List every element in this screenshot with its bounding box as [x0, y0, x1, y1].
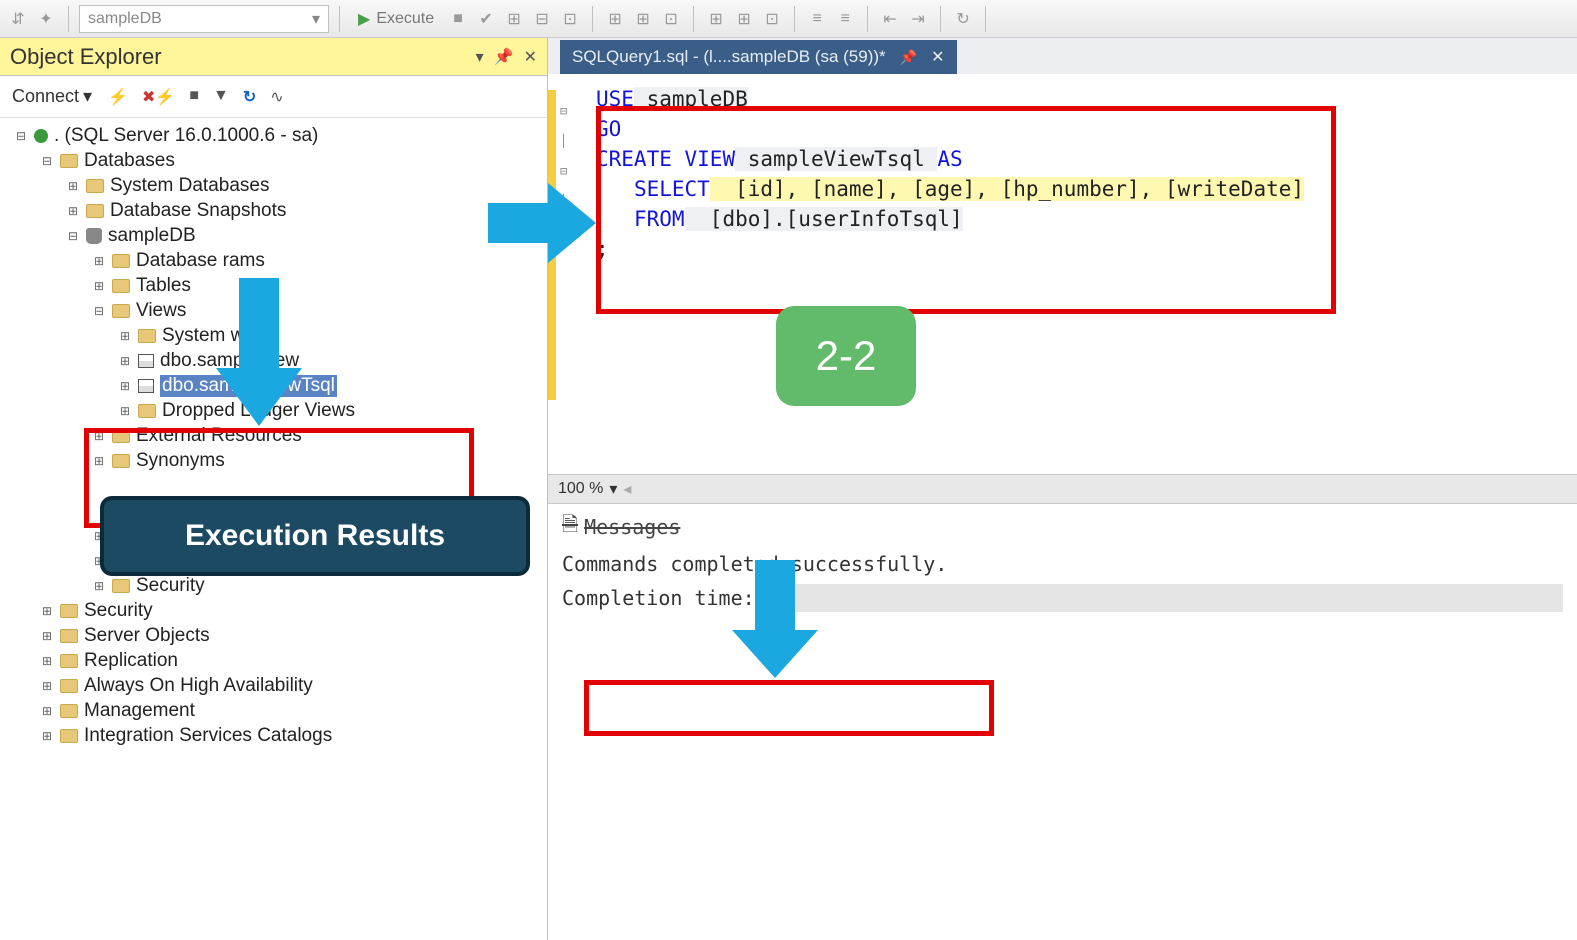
tree-server[interactable]: ⊟. (SQL Server 16.0.1000.6 - sa)	[14, 125, 547, 147]
stop-button[interactable]: ■	[446, 7, 470, 31]
object-explorer-title: Object Explorer	[10, 44, 162, 70]
chevron-down-icon: ▾	[312, 9, 320, 29]
annotation-step-badge: 2-2	[776, 306, 916, 406]
view-icon	[138, 354, 154, 368]
sql-code[interactable]: USE sampleDB GO CREATE VIEW sampleViewTs…	[596, 84, 1563, 264]
editor-tab-label: SQLQuery1.sql - (l....sampleDB (sa (59))…	[572, 47, 886, 67]
close-icon[interactable]: ✕	[931, 47, 944, 67]
tb-misc-1[interactable]: ⊞	[502, 7, 526, 31]
pin-icon[interactable]: 📌	[494, 47, 514, 67]
play-icon: ▶	[358, 9, 370, 29]
tb-misc-5[interactable]: ⊞	[631, 7, 655, 31]
tree-synonyms[interactable]: ⊞Synonyms	[92, 450, 547, 472]
tree-database-diagrams[interactable]: ⊞Database rams	[92, 250, 547, 272]
annotation-execution-results: Execution Results	[100, 496, 530, 576]
tree-always-on[interactable]: ⊞Always On High Availability	[40, 675, 547, 697]
tb-indent-1[interactable]: ≡	[805, 7, 829, 31]
filter-icon[interactable]: ▼	[213, 87, 229, 107]
object-explorer-toolbar: Connect ▾ ⚡ ✖⚡ ■ ▼ ↻ ∿	[0, 76, 547, 118]
fold-gutter[interactable]: ⊟│⊟│	[560, 96, 574, 276]
zoom-value: 100 %	[558, 480, 603, 498]
tree-database-snapshots[interactable]: ⊞Database Snapshots	[66, 200, 547, 222]
tb-misc-6[interactable]: ⊡	[659, 7, 683, 31]
tool-btn-1[interactable]: ⇵	[6, 7, 30, 31]
messages-output: Commands completed successfully.	[562, 552, 1563, 576]
database-select-value: sampleDB	[88, 10, 162, 28]
editor-tab[interactable]: SQLQuery1.sql - (l....sampleDB (sa (59))…	[560, 40, 957, 74]
messages-panel: 🗎 Messages Commands completed successful…	[548, 504, 1577, 618]
tree-dropped-ledger-views[interactable]: ⊞Dropped Ledger Views	[118, 400, 547, 422]
tb-misc-3[interactable]: ⊡	[558, 7, 582, 31]
sql-editor[interactable]: ⊟│⊟│ USE sampleDB GO CREATE VIEW sampleV…	[548, 74, 1577, 274]
tb-misc-4[interactable]: ⊞	[603, 7, 627, 31]
connect-label: Connect	[12, 86, 79, 107]
execute-label: Execute	[376, 10, 434, 28]
tree-integration[interactable]: ⊞Integration Services Catalogs	[40, 725, 547, 747]
tool-btn-2[interactable]: ✦	[34, 7, 58, 31]
tb-misc-7[interactable]: ⊞	[704, 7, 728, 31]
activity-icon[interactable]: ∿	[270, 87, 283, 107]
object-explorer-header: Object Explorer ▾ 📌 ✕	[0, 38, 547, 76]
messages-tab[interactable]: 🗎 Messages	[562, 510, 1563, 544]
editor-pane: SQLQuery1.sql - (l....sampleDB (sa (59))…	[548, 38, 1577, 940]
dropdown-icon[interactable]: ▾	[476, 47, 484, 67]
tree-views[interactable]: ⊟Views	[92, 300, 547, 322]
tree-view-sampleview[interactable]: ⊞dbo.sampleView	[118, 350, 547, 372]
object-explorer-pane: Object Explorer ▾ 📌 ✕ Connect ▾ ⚡ ✖⚡ ■ ▼…	[0, 38, 548, 940]
stop-square-icon[interactable]: ■	[189, 87, 199, 107]
database-icon	[86, 228, 102, 244]
tb-misc-10[interactable]: ↻	[951, 7, 975, 31]
zoom-bar: 100 % ▾ ◂	[548, 474, 1577, 504]
connect-dropdown[interactable]: Connect ▾	[12, 86, 92, 107]
folder-icon	[60, 154, 78, 168]
database-select[interactable]: sampleDB ▾	[79, 5, 329, 33]
tb-indent-2[interactable]: ≡	[833, 7, 857, 31]
zoom-dropdown[interactable]: ▾	[609, 479, 617, 499]
parse-button[interactable]: ✔	[474, 7, 498, 31]
tb-comment-2[interactable]: ⇥	[906, 7, 930, 31]
tb-misc-9[interactable]: ⊡	[760, 7, 784, 31]
tb-misc-2[interactable]: ⊟	[530, 7, 554, 31]
tree-tables[interactable]: ⊞Tables	[92, 275, 547, 297]
tree-replication[interactable]: ⊞Replication	[40, 650, 547, 672]
completion-time-label: Completion time:	[562, 586, 755, 610]
connect-icon[interactable]: ⚡	[108, 87, 128, 107]
tb-comment-1[interactable]: ⇤	[878, 7, 902, 31]
tree-server-objects[interactable]: ⊞Server Objects	[40, 625, 547, 647]
tree-system-databases[interactable]: ⊞System Databases	[66, 175, 547, 197]
view-icon	[138, 379, 154, 393]
editor-tabbar: SQLQuery1.sql - (l....sampleDB (sa (59))…	[548, 38, 1577, 74]
completion-time-value	[761, 584, 1563, 612]
tree-view-sampleviewtsql[interactable]: ⊞dbo.sampleViewTsql	[118, 375, 547, 397]
tree-management[interactable]: ⊞Management	[40, 700, 547, 722]
tb-misc-8[interactable]: ⊞	[732, 7, 756, 31]
disconnect-icon[interactable]: ✖⚡	[142, 87, 175, 107]
tree-system-views[interactable]: ⊞System ws	[118, 325, 547, 347]
tree-security[interactable]: ⊞Security	[40, 600, 547, 622]
change-marker	[548, 90, 556, 400]
main-toolbar: ⇵ ✦ sampleDB ▾ ▶ Execute ■ ✔ ⊞ ⊟ ⊡ ⊞ ⊞ ⊡…	[0, 0, 1577, 38]
tree-sampledb[interactable]: ⊟sampleDB	[66, 225, 547, 247]
refresh-icon[interactable]: ↻	[243, 87, 256, 107]
server-icon	[34, 129, 48, 143]
completion-time-row: Completion time:	[562, 584, 1563, 612]
tree-databases[interactable]: ⊟Databases	[40, 150, 547, 172]
messages-icon: 🗎	[562, 510, 578, 544]
chevron-down-icon: ▾	[83, 86, 92, 107]
tree-security-inner[interactable]: ⊞Security	[92, 575, 547, 597]
tree-external-resources[interactable]: ⊞External Resources	[92, 425, 547, 447]
close-icon[interactable]: ✕	[524, 47, 537, 67]
pin-icon[interactable]: 📌	[900, 49, 917, 66]
execute-button[interactable]: ▶ Execute	[350, 9, 442, 29]
